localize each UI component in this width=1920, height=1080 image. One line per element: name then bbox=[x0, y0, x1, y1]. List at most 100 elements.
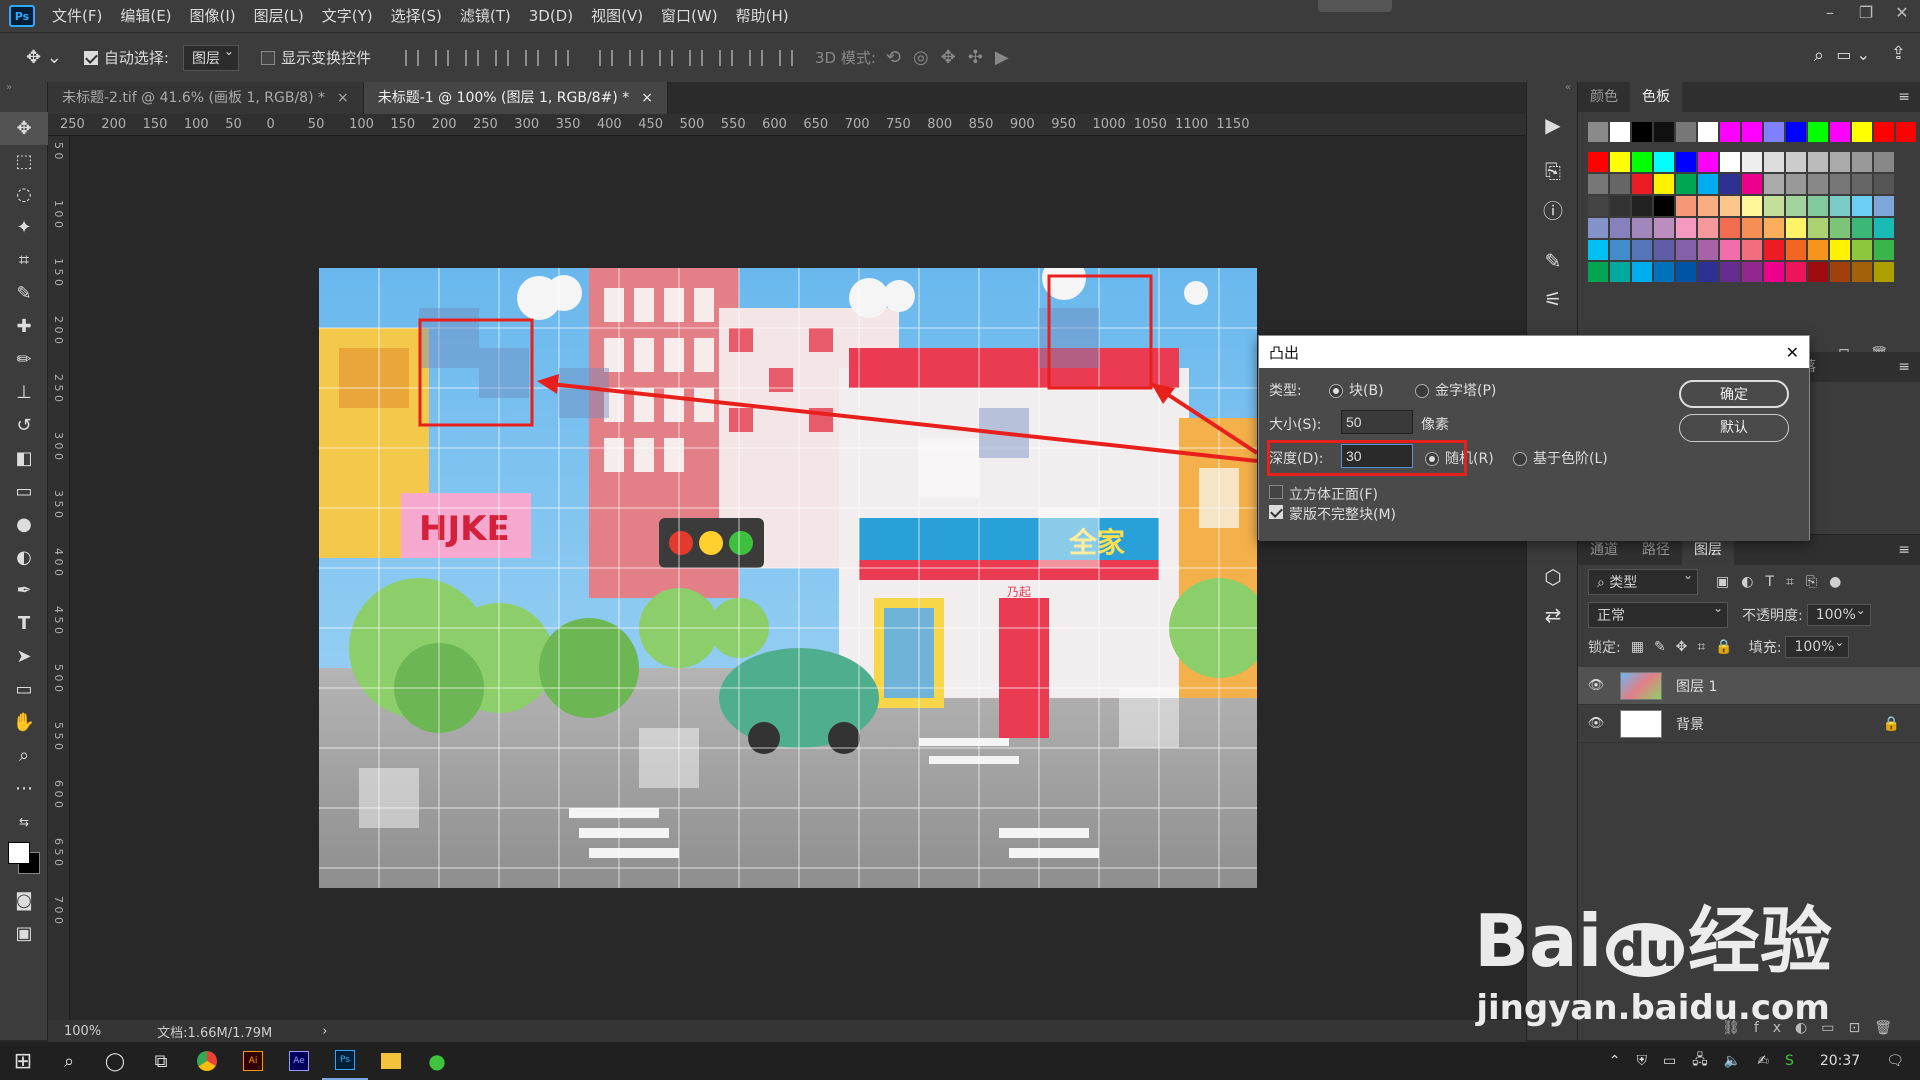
panel-menu-icon[interactable]: ≡ bbox=[1898, 82, 1920, 112]
share-icon[interactable]: ⇪ bbox=[1891, 43, 1906, 64]
color-swatch[interactable] bbox=[1764, 152, 1784, 172]
color-swatch[interactable] bbox=[1632, 262, 1652, 282]
color-swatch[interactable] bbox=[1852, 262, 1872, 282]
color-swatch[interactable] bbox=[1698, 196, 1718, 216]
color-swatch[interactable] bbox=[1742, 122, 1762, 142]
color-swatch[interactable] bbox=[1874, 196, 1894, 216]
color-swatch[interactable] bbox=[1698, 218, 1718, 238]
panel-menu-icon[interactable]: ≡ bbox=[1898, 535, 1920, 565]
align-left-icon[interactable] bbox=[494, 49, 509, 66]
magic-wand-tool-icon[interactable]: ✦ bbox=[0, 211, 48, 244]
color-swatch[interactable] bbox=[1808, 196, 1828, 216]
panel-menu-icon[interactable]: ≡ bbox=[1898, 352, 1910, 382]
search-slider[interactable] bbox=[1318, 0, 1392, 12]
fill-input[interactable]: 100% bbox=[1785, 635, 1850, 658]
color-swatch[interactable] bbox=[1808, 262, 1828, 282]
color-swatch[interactable] bbox=[1654, 196, 1674, 216]
color-swatch[interactable] bbox=[1588, 174, 1608, 194]
volume-icon[interactable]: 🔈 bbox=[1724, 1053, 1741, 1069]
rectangle-tool-icon[interactable]: ▭ bbox=[0, 673, 48, 706]
workspace-icon[interactable]: ▭ ⌄ bbox=[1836, 45, 1870, 64]
color-swatch[interactable] bbox=[1610, 240, 1630, 260]
history-brush-tool-icon[interactable]: ↺ bbox=[0, 409, 48, 442]
color-swatch[interactable] bbox=[1852, 152, 1872, 172]
visibility-eye-icon[interactable]: 👁 bbox=[1578, 678, 1614, 693]
after-effects-icon[interactable]: Ae bbox=[276, 1042, 322, 1080]
color-swatch[interactable] bbox=[1808, 122, 1828, 142]
color-swatch[interactable] bbox=[1786, 174, 1806, 194]
restore-icon[interactable]: ❐ bbox=[1848, 0, 1884, 28]
color-swatch[interactable] bbox=[1742, 152, 1762, 172]
move-tool-icon[interactable]: ✥ ⌄ bbox=[26, 47, 62, 68]
align-right-icon[interactable] bbox=[554, 49, 569, 66]
color-swatch[interactable] bbox=[1742, 174, 1762, 194]
minimize-icon[interactable]: – bbox=[1812, 0, 1848, 28]
distribute-right-icon[interactable] bbox=[748, 49, 763, 66]
properties-icon[interactable]: ⎘ bbox=[1527, 152, 1579, 190]
color-swatch[interactable] bbox=[1588, 196, 1608, 216]
color-swatch[interactable] bbox=[1830, 262, 1850, 282]
color-swatch[interactable] bbox=[1742, 262, 1762, 282]
quick-mask-icon[interactable]: ◙ bbox=[0, 884, 48, 917]
lasso-tool-icon[interactable]: ◌ bbox=[0, 178, 48, 211]
menu-item[interactable]: 编辑(E) bbox=[111, 0, 180, 32]
menu-item[interactable]: 选择(S) bbox=[382, 0, 451, 32]
toolbox-collapse-icon[interactable]: » bbox=[0, 82, 47, 112]
mask-incomplete-checkbox[interactable]: 蒙版不完整块(M) bbox=[1269, 504, 1396, 524]
radio-icon[interactable] bbox=[1329, 384, 1343, 398]
brush-settings-icon[interactable]: ✎ bbox=[1527, 242, 1579, 280]
color-swatch[interactable] bbox=[1654, 240, 1674, 260]
distribute-top-icon[interactable] bbox=[598, 49, 613, 66]
layer-row-background[interactable]: 👁 背景 🔒 bbox=[1578, 705, 1920, 743]
color-swatch[interactable] bbox=[1764, 240, 1784, 260]
color-swatch[interactable] bbox=[1830, 174, 1850, 194]
color-swatch[interactable] bbox=[1742, 240, 1762, 260]
color-swatch[interactable] bbox=[1720, 174, 1740, 194]
color-swatch[interactable] bbox=[1588, 152, 1608, 172]
adjustments-icon[interactable]: ⚟ bbox=[1527, 280, 1579, 318]
color-swatch[interactable] bbox=[1720, 218, 1740, 238]
checkbox-icon[interactable] bbox=[83, 50, 98, 65]
menu-item[interactable]: 帮助(H) bbox=[727, 0, 798, 32]
color-swatch[interactable] bbox=[1764, 196, 1784, 216]
file-explorer-icon[interactable] bbox=[368, 1042, 414, 1080]
color-swatch[interactable] bbox=[1632, 152, 1652, 172]
ok-button[interactable]: 确定 bbox=[1679, 380, 1789, 408]
illustrator-icon[interactable]: Ai bbox=[230, 1042, 276, 1080]
swap-colors-icon[interactable]: ⇆ bbox=[0, 805, 48, 838]
radio-icon[interactable] bbox=[1415, 384, 1429, 398]
auto-align-icon[interactable] bbox=[778, 49, 793, 66]
color-swatch[interactable] bbox=[1720, 240, 1740, 260]
status-arrow-icon[interactable]: › bbox=[322, 1024, 327, 1039]
zoom-tool-icon[interactable]: ⌕ bbox=[0, 739, 48, 772]
tab-swatches[interactable]: 色板 bbox=[1630, 82, 1682, 112]
windows-start-icon[interactable]: ⊞ bbox=[0, 1042, 46, 1080]
color-swatch[interactable] bbox=[1786, 152, 1806, 172]
move-tool-icon[interactable]: ✥ bbox=[0, 112, 48, 145]
notification-icon[interactable]: 🗨 bbox=[1886, 1053, 1904, 1069]
menu-item[interactable]: 图层(L) bbox=[245, 0, 313, 32]
color-swatch[interactable] bbox=[1808, 174, 1828, 194]
blur-tool-icon[interactable]: ● bbox=[0, 508, 48, 541]
crop-tool-icon[interactable]: ⌗ bbox=[0, 244, 48, 277]
show-transform-checkbox[interactable]: 显示变换控件 bbox=[260, 47, 371, 68]
wechat-icon[interactable]: ● bbox=[414, 1042, 460, 1080]
color-swatch[interactable] bbox=[1676, 196, 1696, 216]
color-swatch[interactable] bbox=[1676, 240, 1696, 260]
color-swatch[interactable] bbox=[1654, 262, 1674, 282]
type-pyramid-radio[interactable]: 金字塔(P) bbox=[1415, 380, 1496, 400]
search-icon[interactable]: ⌕ bbox=[46, 1042, 92, 1080]
dodge-tool-icon[interactable]: ◐ bbox=[0, 541, 48, 574]
menu-item[interactable]: 滤镜(T) bbox=[451, 0, 520, 32]
dock-collapse-icon[interactable]: « bbox=[1527, 82, 1577, 106]
checkbox-icon[interactable] bbox=[1269, 505, 1283, 519]
color-swatch[interactable] bbox=[1610, 196, 1630, 216]
color-swatch[interactable] bbox=[1698, 174, 1718, 194]
size-input[interactable] bbox=[1341, 410, 1413, 434]
color-swatch[interactable] bbox=[1852, 240, 1872, 260]
pen-icon[interactable]: ✍ bbox=[1757, 1053, 1769, 1069]
distribute-vcenter-icon[interactable] bbox=[628, 49, 643, 66]
sogou-icon[interactable]: S bbox=[1785, 1053, 1794, 1069]
align-top-icon[interactable] bbox=[404, 49, 419, 66]
task-view-icon[interactable]: ⧉ bbox=[138, 1042, 184, 1080]
